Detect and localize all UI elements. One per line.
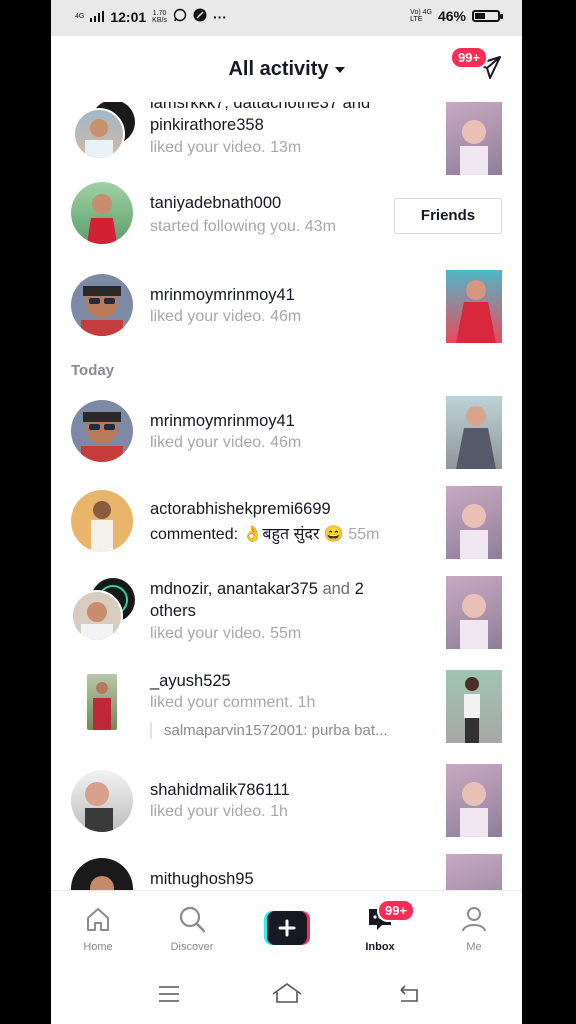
- list-item[interactable]: mdnozir, anantakar375 and 2 others liked…: [51, 576, 522, 674]
- plus-icon: [264, 911, 310, 945]
- battery-percent: 46%: [437, 8, 466, 24]
- network-type: 4G: [75, 13, 85, 20]
- activity-text: commented: 👌बहुत सुंदर 😄 55m: [150, 526, 380, 543]
- tab-label: Inbox: [365, 941, 395, 953]
- usernames[interactable]: iamsrkkk7, dattachothe37 and: [150, 102, 370, 113]
- create-video-button[interactable]: [264, 911, 310, 945]
- video-thumbnail[interactable]: [446, 396, 502, 469]
- avatar[interactable]: [71, 770, 133, 832]
- search-icon: [179, 906, 206, 933]
- list-item[interactable]: mrinmoymrinmoy41 liked your video. 46m: [51, 270, 522, 360]
- clock: 12:01: [110, 8, 147, 25]
- video-thumbnail[interactable]: [446, 854, 502, 890]
- avatar[interactable]: [71, 274, 133, 336]
- usernames: mdnozir, anantakar375 and 2: [150, 580, 364, 598]
- username[interactable]: mrinmoymrinmoy41: [150, 286, 295, 305]
- avatar[interactable]: [71, 182, 133, 244]
- system-nav-bar: [51, 964, 522, 1024]
- others-label[interactable]: others: [150, 602, 196, 621]
- video-thumbnail[interactable]: [446, 486, 502, 559]
- net-speed: 1.70 KB/s: [152, 9, 167, 24]
- app-icon: [193, 8, 207, 25]
- list-item[interactable]: shahidmalik786111 liked your video. 1h: [51, 764, 522, 860]
- activity-text: liked your video. 46m: [150, 434, 302, 451]
- username[interactable]: shahidmalik786111: [150, 781, 290, 800]
- back-icon[interactable]: [397, 984, 421, 1004]
- avatar[interactable]: [71, 490, 133, 552]
- page-title: All activity: [228, 58, 329, 80]
- quoted-comment[interactable]: salmaparvin1572001: purba bat...: [150, 722, 387, 739]
- username[interactable]: actorabhishekpremi6699: [150, 500, 331, 519]
- video-thumbnail[interactable]: [446, 576, 502, 649]
- list-item[interactable]: mithughosh95: [51, 854, 522, 890]
- carrier-info: Vo) 4G LTE: [410, 9, 432, 23]
- caret-down-icon: [334, 66, 345, 73]
- inbox-header: All activity 99+: [51, 36, 522, 102]
- username[interactable]: pinkirathore358: [150, 116, 264, 135]
- section-label: Today: [71, 362, 115, 379]
- bottom-tab-bar: Home Discover Inbox 99+ Me: [51, 890, 522, 965]
- friends-button[interactable]: Friends: [394, 198, 502, 234]
- video-thumbnail[interactable]: [446, 670, 502, 743]
- username[interactable]: mrinmoymrinmoy41: [150, 412, 295, 431]
- username[interactable]: _ayush525: [150, 672, 231, 691]
- video-thumbnail[interactable]: [446, 270, 502, 343]
- tab-discover[interactable]: Discover: [145, 891, 239, 965]
- list-item[interactable]: mrinmoymrinmoy41 liked your video. 46m: [51, 396, 522, 486]
- status-bar: 4G 12:01 1.70 KB/s ··· Vo) 4G LTE 46%: [51, 0, 522, 36]
- activity-text: liked your video. 55m: [150, 625, 302, 642]
- avatar[interactable]: [71, 590, 123, 642]
- username[interactable]: mithughosh95: [150, 870, 254, 889]
- activity-text: liked your video. 13m: [150, 139, 302, 156]
- home-icon: [87, 908, 109, 931]
- activity-text: liked your video. 1h: [150, 803, 288, 820]
- avatar[interactable]: [71, 858, 133, 890]
- activity-text: started following you. 43m: [150, 218, 336, 235]
- list-item[interactable]: _ayush525 liked your comment. 1h salmapa…: [51, 670, 522, 772]
- list-item[interactable]: taniyadebnath000 started following you. …: [51, 182, 522, 272]
- tab-home[interactable]: Home: [51, 891, 145, 965]
- activity-text: liked your comment. 1h: [150, 694, 316, 711]
- username[interactable]: taniyadebnath000: [150, 194, 281, 213]
- tab-me[interactable]: Me: [427, 891, 521, 965]
- person-icon: [462, 907, 486, 932]
- tab-label: Discover: [170, 941, 214, 953]
- activity-list[interactable]: iamsrkkk7, dattachothe37 and pinkirathor…: [51, 102, 522, 890]
- inbox-badge: 99+: [377, 899, 416, 922]
- tab-inbox[interactable]: Inbox 99+: [333, 891, 427, 965]
- tab-label: Home: [83, 941, 113, 953]
- more-dots: ···: [212, 8, 227, 25]
- home-outline-icon[interactable]: [271, 982, 303, 1004]
- menu-icon[interactable]: [157, 984, 181, 1004]
- video-thumbnail[interactable]: [446, 764, 502, 837]
- list-item[interactable]: iamsrkkk7, dattachothe37 and pinkirathor…: [51, 102, 522, 175]
- list-item[interactable]: actorabhishekpremi6699 commented: 👌बहुत …: [51, 486, 522, 576]
- avatar[interactable]: [73, 108, 125, 160]
- phone-screen: 4G 12:01 1.70 KB/s ··· Vo) 4G LTE 46% Al…: [51, 0, 522, 1024]
- tab-label: Me: [466, 941, 482, 953]
- avatar[interactable]: [87, 674, 117, 730]
- messages-badge: 99+: [449, 46, 488, 69]
- activity-text: liked your video. 46m: [150, 308, 302, 325]
- signal-icon: [90, 9, 105, 25]
- video-thumbnail[interactable]: [446, 102, 502, 175]
- whatsapp-icon: [173, 8, 187, 25]
- battery-icon: [472, 10, 503, 22]
- avatar[interactable]: [71, 400, 133, 462]
- comment-text: 👌बहुत सुंदर 😄: [242, 526, 344, 543]
